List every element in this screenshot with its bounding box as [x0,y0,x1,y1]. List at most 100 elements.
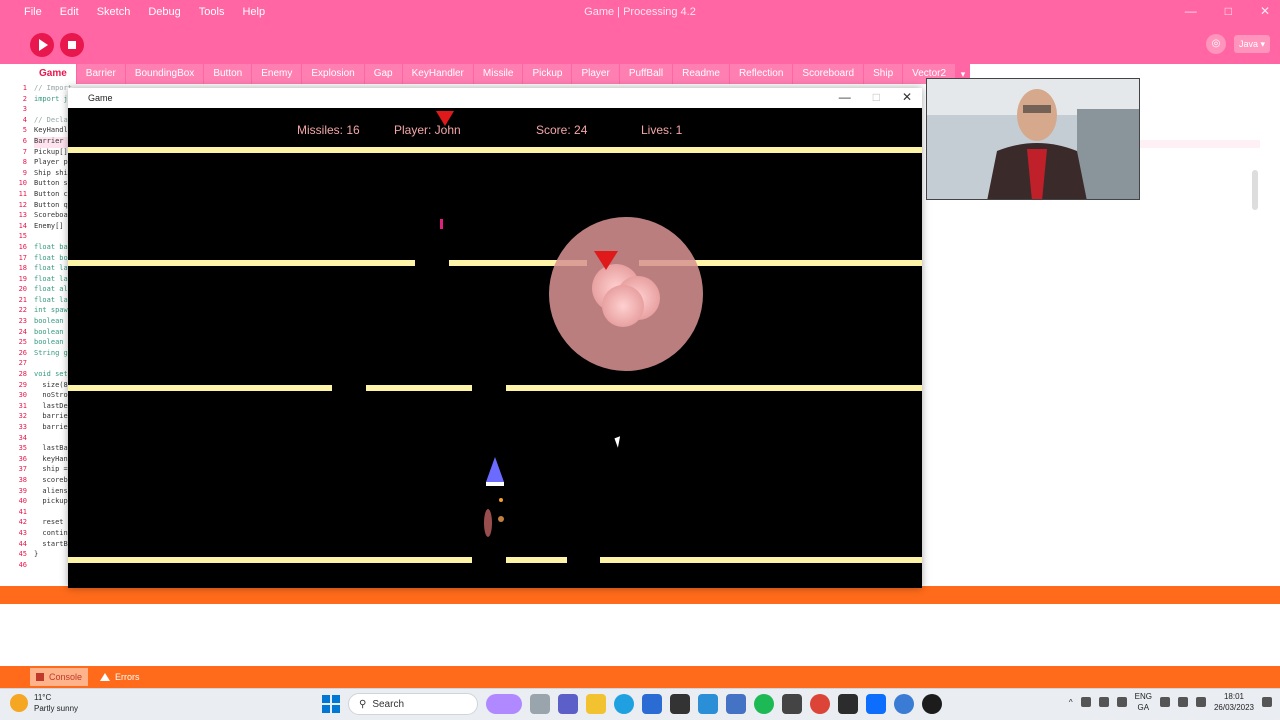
tab-scoreboard[interactable]: Scoreboard [793,64,865,84]
editor-scrollbar[interactable] [1252,170,1258,210]
code-line: reset [34,518,64,527]
console-tab[interactable]: Console [30,668,89,686]
notification-icon[interactable] [1262,697,1272,707]
terminal-icon[interactable] [670,694,690,714]
run-button[interactable] [30,33,54,57]
game-canvas[interactable]: Missiles: 16 Player: John Score: 24 Live… [68,108,922,588]
onedrive-icon[interactable] [1098,697,1109,707]
task-view-icon[interactable] [530,694,550,714]
tab-boundingbox[interactable]: BoundingBox [125,64,205,84]
weather-widget[interactable]: 11°C Partly sunny [10,692,78,714]
settings-icon[interactable] [894,694,914,714]
line-number: 24 [18,327,27,336]
line-number: 31 [18,401,27,410]
game-window: Game — □ ✕ Missiles: 16 Player: John Sco… [68,88,922,588]
code-line: float la [34,264,68,273]
battery-icon[interactable] [1195,697,1206,707]
code-line: keyHan [34,454,68,463]
line-number: 32 [18,412,27,421]
notepad-icon[interactable] [866,694,886,714]
snipping-tool-icon[interactable] [782,694,802,714]
calculator-icon[interactable] [726,694,746,714]
vscode-icon[interactable] [698,694,718,714]
maximize-icon[interactable]: □ [1225,4,1232,18]
errors-tab[interactable]: Errors [94,668,146,686]
tab-button[interactable]: Button [204,64,253,84]
code-line: barrie [34,412,68,421]
line-number: 42 [18,518,27,527]
file-explorer-icon[interactable] [586,694,606,714]
close-icon[interactable]: ✕ [1260,4,1270,18]
tab-enemy[interactable]: Enemy [252,64,303,84]
line-number: 4 [22,115,27,124]
window-controls: — □ ✕ [1185,4,1270,18]
code-area[interactable]: // Import import j // Decla KeyHandl Barrier… [34,84,72,571]
code-line: } [34,550,39,559]
tab-puffball[interactable]: PuffBall [619,64,674,84]
desktop: File Edit Sketch Debug Tools Help Game |… [0,0,1280,720]
chevron-up-icon[interactable]: ^ [1069,698,1073,707]
photos-icon[interactable] [838,694,858,714]
mic-icon[interactable] [1116,697,1127,707]
line-number: 37 [18,465,27,474]
line-number: 22 [18,306,27,315]
tab-pickup[interactable]: Pickup [523,64,573,84]
edge-icon[interactable] [614,694,634,714]
game-maximize-icon[interactable]: □ [873,90,880,104]
tab-player[interactable]: Player [572,64,620,84]
copilot-icon[interactable] [486,694,522,714]
processing-icon[interactable] [922,694,942,714]
line-number: 36 [18,454,27,463]
line-number: 2 [22,94,27,103]
language-indicator[interactable]: ENG GA [1135,691,1152,713]
pickup-item [498,516,504,522]
spotify-icon[interactable] [754,694,774,714]
volume-icon[interactable] [1177,697,1188,707]
taskbar-search[interactable]: ⚲ Search [348,693,478,715]
stop-button[interactable] [60,33,84,57]
wifi-icon[interactable] [1159,697,1170,707]
tab-barrier[interactable]: Barrier [76,64,126,84]
line-number: 7 [22,147,27,156]
tab-missile[interactable]: Missile [473,64,524,84]
line-number: 27 [18,359,27,368]
start-icon[interactable] [322,695,340,713]
tab-ship[interactable]: Ship [864,64,904,84]
code-line: boolean [34,327,64,336]
azure-icon[interactable] [642,694,662,714]
console-area[interactable] [0,604,1280,666]
code-line: float ba [34,242,68,251]
game-close-icon[interactable]: ✕ [902,90,912,104]
game-minimize-icon[interactable]: — [839,90,851,104]
teams-icon[interactable] [558,694,578,714]
debugger-icon[interactable]: ◎ [1206,34,1226,54]
glasses-icon [1023,105,1051,113]
network-app-icon[interactable] [1080,697,1091,707]
console-tab-label: Console [49,672,83,682]
tab-game[interactable]: Game [30,64,77,84]
webcam-overlay [926,78,1140,200]
code-line: boolean [34,338,64,347]
line-number: 29 [18,380,27,389]
mode-selector[interactable]: Java ▾ [1234,35,1270,53]
line-number: 3 [22,105,27,114]
tab-readme[interactable]: Readme [673,64,730,84]
game-scene: Missiles: 16 Player: John Score: 24 Live… [68,111,922,563]
tab-gap[interactable]: Gap [364,64,403,84]
code-line: float la [34,295,68,304]
clock[interactable]: 18:01 26/03/2023 [1214,691,1254,713]
code-line: void set [34,370,68,379]
code-line: Button q [34,200,68,209]
minimize-icon[interactable]: — [1185,4,1197,18]
missile-pickup [499,498,503,502]
tab-reflection[interactable]: Reflection [729,64,794,84]
clock-date: 26/03/2023 [1213,703,1254,712]
chrome-icon[interactable] [810,694,830,714]
tab-explosion[interactable]: Explosion [302,64,365,84]
line-number: 25 [18,338,27,347]
tab-keyhandler[interactable]: KeyHandler [402,64,474,84]
barrier-row2-left [68,385,332,391]
line-number: 12 [18,200,27,209]
